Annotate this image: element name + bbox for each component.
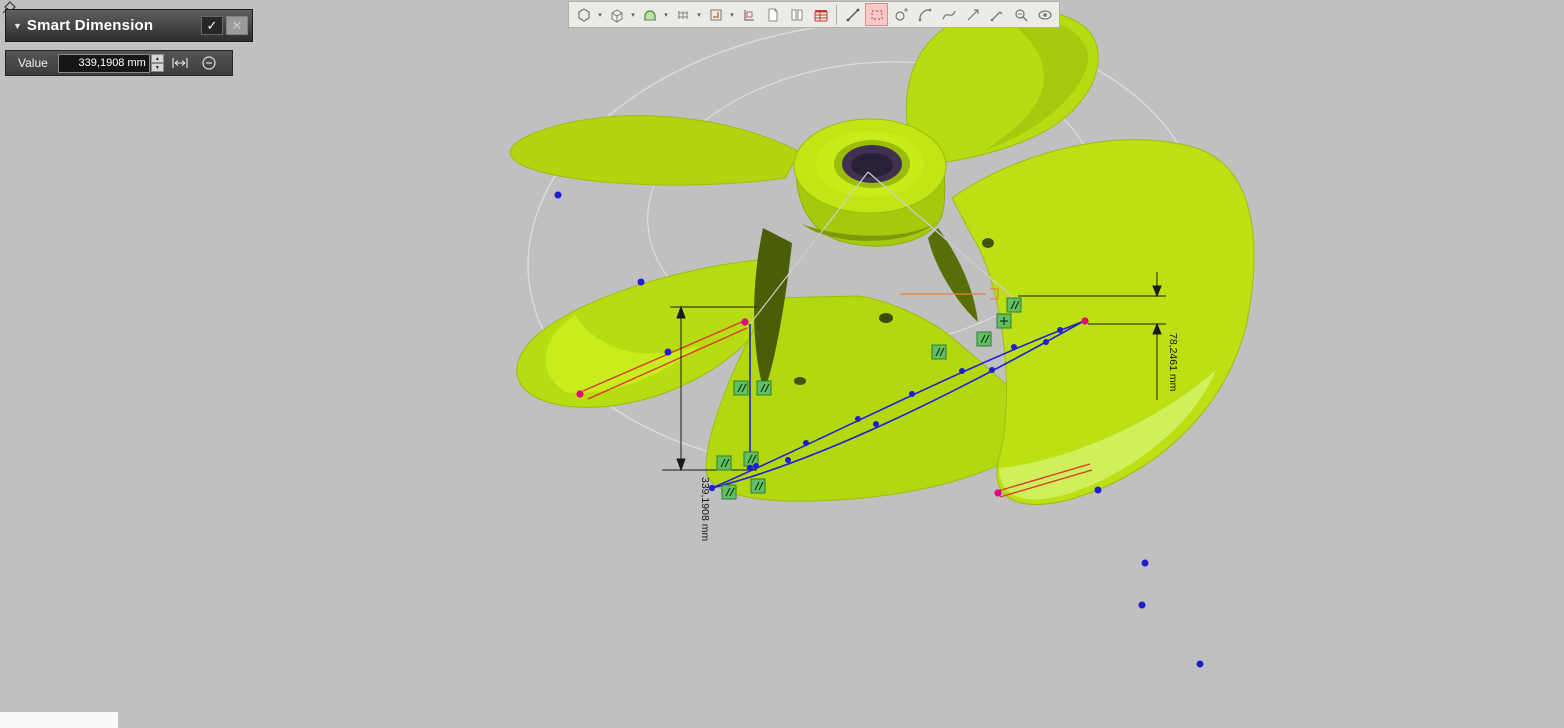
command-panel-header: ▼ Smart Dimension ✓ ✕ bbox=[5, 9, 253, 42]
value-label: Value bbox=[18, 56, 48, 70]
fan-hub-bore-deep bbox=[851, 153, 893, 177]
arch-tool-button[interactable] bbox=[638, 3, 661, 26]
plane-grid-icon bbox=[708, 7, 724, 23]
arc-icon bbox=[917, 7, 933, 23]
value-spinner: ▲ ▼ bbox=[151, 54, 164, 72]
dimension-style-button[interactable] bbox=[167, 52, 193, 74]
corner-plane-tool-button[interactable] bbox=[737, 3, 760, 26]
spline-icon bbox=[941, 7, 957, 23]
columns-icon bbox=[789, 7, 805, 23]
corner-plane-icon bbox=[741, 7, 757, 23]
offset-tool-button[interactable] bbox=[961, 3, 984, 26]
zoom-tool-button[interactable] bbox=[1009, 3, 1032, 26]
value-spinner-down[interactable]: ▼ bbox=[151, 63, 164, 72]
panel-title: Smart Dimension bbox=[27, 17, 153, 34]
box-icon bbox=[609, 7, 625, 23]
circle-icon bbox=[893, 7, 909, 23]
display-icon bbox=[1037, 7, 1053, 23]
spline-tool-button[interactable] bbox=[937, 3, 960, 26]
sketch-toolbar: ▾ ▾ ▾ ▾ ▾ bbox=[568, 1, 1060, 28]
viewport-3d[interactable]: 339,1908 mm 78,2461 mm bbox=[0, 0, 1564, 728]
box-dropdown-arrow[interactable]: ▾ bbox=[629, 11, 637, 19]
polygon-tool-button[interactable] bbox=[572, 3, 595, 26]
plane-grid-dropdown-arrow[interactable]: ▾ bbox=[728, 11, 736, 19]
lock-dimension-icon bbox=[201, 55, 217, 71]
circle-tool-button[interactable] bbox=[889, 3, 912, 26]
box-tool-button[interactable] bbox=[605, 3, 628, 26]
sheet-icon bbox=[765, 7, 781, 23]
dimension-style-icon bbox=[171, 56, 189, 70]
arch-dropdown-arrow[interactable]: ▾ bbox=[662, 11, 670, 19]
columns-tool-button[interactable] bbox=[785, 3, 808, 26]
zoom-icon bbox=[1013, 7, 1029, 23]
plane-grid-tool-button[interactable] bbox=[704, 3, 727, 26]
measure-tool-button[interactable] bbox=[985, 3, 1008, 26]
cancel-button[interactable]: ✕ bbox=[226, 16, 248, 35]
status-strip bbox=[0, 712, 118, 728]
dimension-right-label[interactable]: 78,2461 mm bbox=[1167, 333, 1179, 392]
fan-hole-3 bbox=[982, 238, 994, 248]
offset-icon bbox=[965, 7, 981, 23]
value-bar: Value ▲ ▼ bbox=[5, 50, 233, 76]
panel-collapse-caret[interactable]: ▼ bbox=[13, 21, 22, 31]
display-tool-button[interactable] bbox=[1033, 3, 1056, 26]
line-icon bbox=[845, 7, 861, 23]
polygon-icon bbox=[576, 7, 592, 23]
line-tool-button[interactable] bbox=[841, 3, 864, 26]
arch-icon bbox=[642, 7, 658, 23]
fan-hole-1 bbox=[794, 377, 806, 385]
measure-icon bbox=[989, 7, 1005, 23]
fan-hole-2 bbox=[879, 313, 893, 323]
arc-tool-button[interactable] bbox=[913, 3, 936, 26]
select-region-icon bbox=[869, 7, 885, 23]
value-spinner-up[interactable]: ▲ bbox=[151, 54, 164, 63]
pattern-dropdown-arrow[interactable]: ▾ bbox=[695, 11, 703, 19]
application-window: 339,1908 mm 78,2461 mm bbox=[0, 0, 1564, 728]
value-input[interactable] bbox=[58, 54, 150, 73]
polygon-dropdown-arrow[interactable]: ▾ bbox=[596, 11, 604, 19]
toolbar-separator bbox=[836, 5, 837, 25]
pattern-icon bbox=[675, 7, 691, 23]
lock-dimension-button[interactable] bbox=[196, 52, 222, 74]
sheet-tool-button[interactable] bbox=[761, 3, 784, 26]
table-red-icon bbox=[813, 7, 829, 23]
table-red-tool-button[interactable] bbox=[809, 3, 832, 26]
select-region-tool-button[interactable] bbox=[865, 3, 888, 26]
accept-button[interactable]: ✓ bbox=[201, 16, 223, 35]
pattern-tool-button[interactable] bbox=[671, 3, 694, 26]
